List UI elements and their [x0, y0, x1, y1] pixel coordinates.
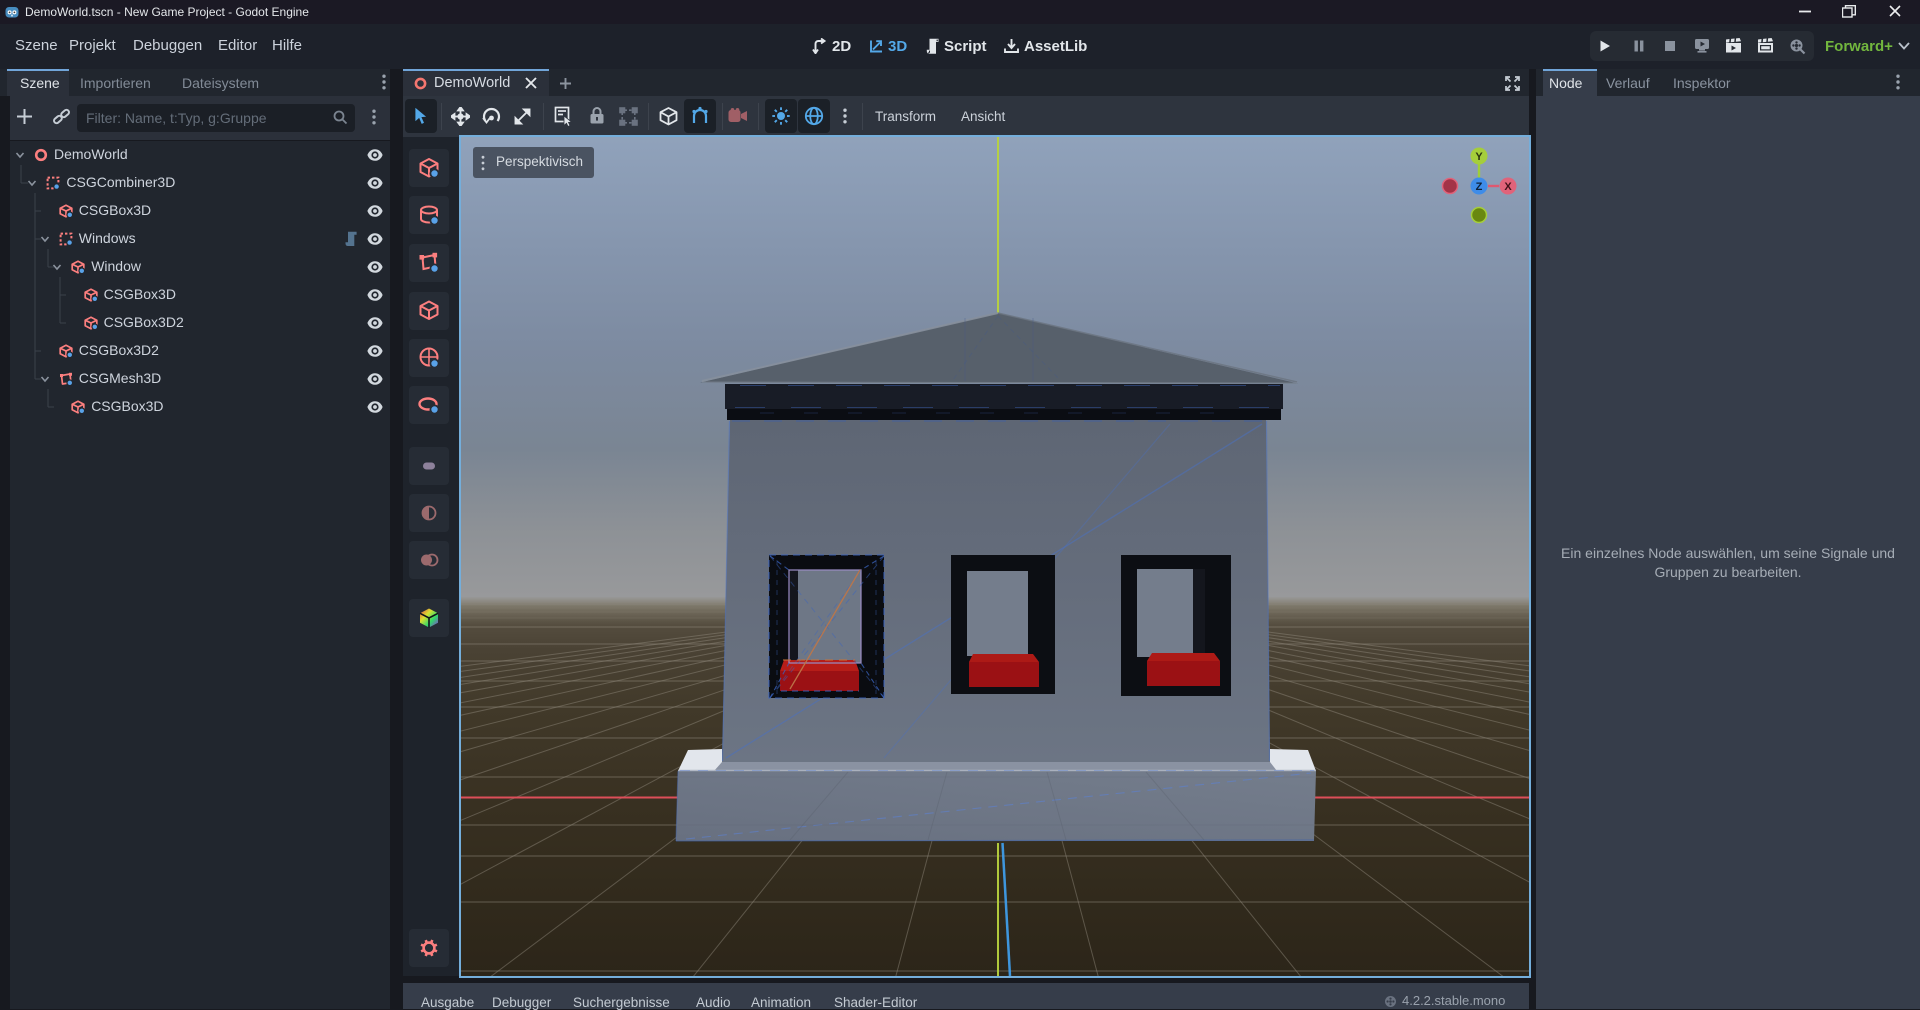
svg-text:X: X — [1504, 181, 1512, 193]
svg-text:Y: Y — [1475, 151, 1483, 163]
svg-text:Z: Z — [1476, 181, 1483, 193]
